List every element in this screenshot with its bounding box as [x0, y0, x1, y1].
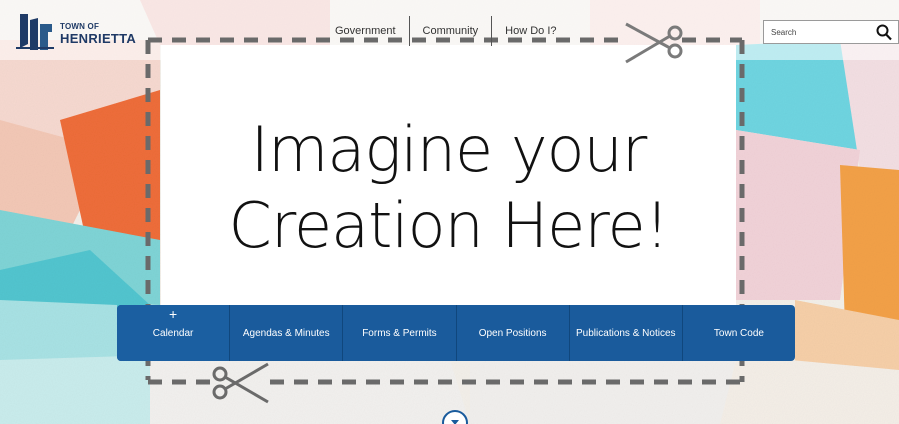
quick-link-label: Open Positions — [478, 327, 547, 339]
headline-line-2: Creation Here! — [228, 189, 670, 262]
quick-links-bar: + Calendar Agendas & Minutes Forms & Per… — [117, 305, 795, 361]
nav-how-do-i[interactable]: How Do I? — [492, 16, 569, 46]
quick-link-label: Forms & Permits — [362, 327, 437, 339]
search-input[interactable] — [764, 22, 864, 42]
quick-link-town-code[interactable]: Town Code — [683, 305, 795, 361]
logo-small-text: TOWN OF — [60, 22, 100, 31]
quick-link-agendas-minutes[interactable]: Agendas & Minutes — [230, 305, 344, 361]
quick-link-label: Publications & Notices — [576, 327, 676, 339]
logo-big-text: HENRIETTA — [60, 31, 137, 46]
henrietta-logo-mark-icon — [16, 14, 54, 50]
main-nav: Government Community How Do I? — [322, 16, 570, 46]
quick-link-label: Agendas & Minutes — [242, 327, 330, 339]
quick-link-publications-notices[interactable]: Publications & Notices — [570, 305, 683, 361]
hero-headline: Imagine your Creation Here! — [161, 112, 736, 264]
plus-icon: + — [168, 306, 178, 322]
search-box — [763, 20, 899, 44]
quick-link-open-positions[interactable]: Open Positions — [457, 305, 570, 361]
nav-government[interactable]: Government — [322, 16, 409, 46]
logo-wordmark: TOWN OF HENRIETTA — [60, 22, 137, 46]
search-icon[interactable] — [876, 24, 892, 41]
chevron-down-icon — [451, 420, 459, 424]
quick-link-label: Calendar — [152, 327, 194, 339]
quick-link-forms-permits[interactable]: Forms & Permits — [343, 305, 457, 361]
quick-link-calendar[interactable]: + Calendar — [117, 305, 231, 361]
site-header: TOWN OF HENRIETTA Government Community H… — [0, 0, 899, 58]
quick-link-label: Town Code — [713, 327, 764, 339]
nav-community[interactable]: Community — [410, 16, 492, 46]
headline-line-1: Imagine your — [250, 113, 648, 186]
town-logo[interactable]: TOWN OF HENRIETTA — [10, 8, 136, 52]
